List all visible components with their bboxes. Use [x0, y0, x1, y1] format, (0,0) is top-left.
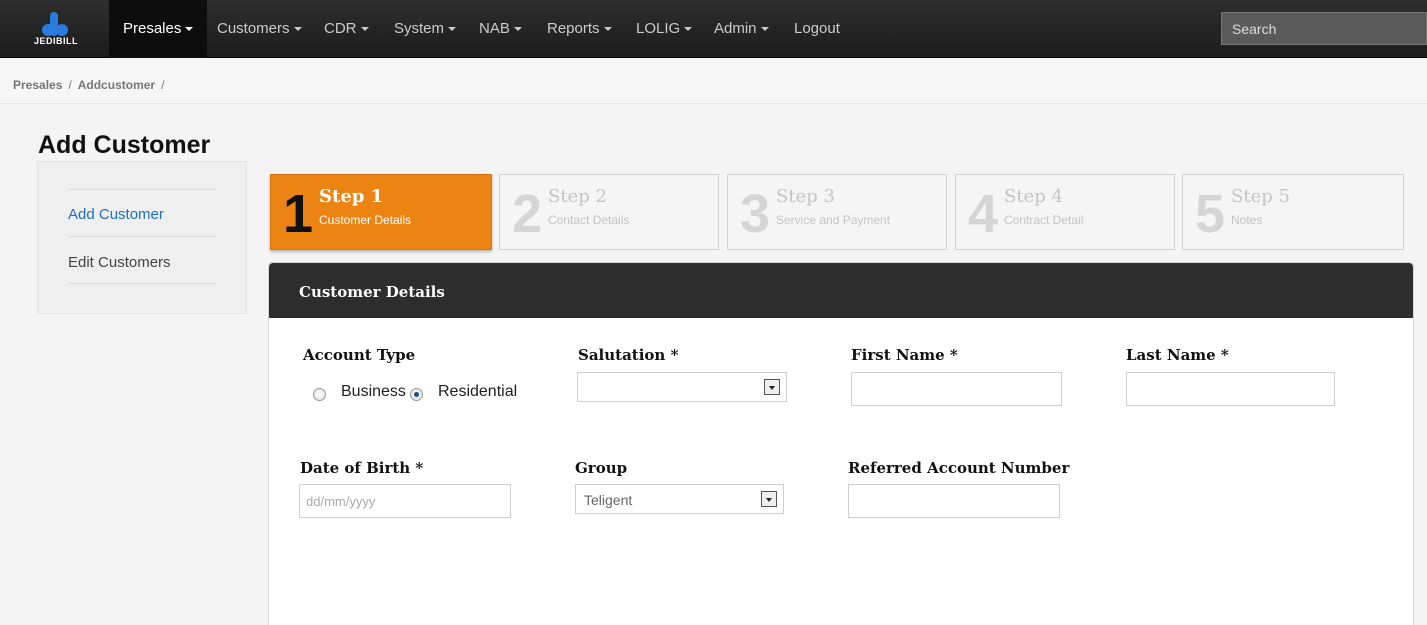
referred-account-label: Referred Account Number [848, 459, 1070, 477]
divider [68, 283, 216, 284]
step-subtitle: Contract Detail [1004, 213, 1084, 227]
first-name-label: First Name * [851, 346, 958, 364]
sidebar-item-edit-customers[interactable]: Edit Customers [68, 254, 171, 271]
page-title: Add Customer [38, 131, 211, 159]
dob-label: Date of Birth * [300, 459, 424, 477]
group-label: Group [575, 459, 628, 477]
step-number: 3 [740, 184, 771, 244]
panel-title: Customer Details [299, 283, 445, 301]
nav-admin[interactable]: Admin [714, 0, 769, 58]
step-subtitle: Customer Details [319, 213, 412, 227]
step-subtitle: Service and Payment [776, 213, 891, 227]
salutation-label: Salutation * [578, 346, 679, 364]
dropdown-arrow-icon [764, 379, 780, 395]
step-title: Step 4 [1004, 186, 1063, 207]
residential-radio-label: Residential [438, 383, 518, 400]
nav-cdr[interactable]: CDR [324, 0, 369, 58]
breadcrumb: Presales / Addcustomer / [13, 78, 165, 92]
chevron-down-icon [760, 27, 769, 32]
sidebar-item-add-customer[interactable]: Add Customer [68, 206, 164, 223]
chevron-down-icon [185, 27, 194, 32]
step-5[interactable]: 5 Step 5 Notes [1182, 174, 1404, 250]
nav-lolig[interactable]: LOLIG [636, 0, 693, 58]
search-input[interactable] [1221, 12, 1427, 45]
group-select[interactable]: Teligent [575, 484, 784, 514]
referred-account-input[interactable] [848, 484, 1060, 518]
nav-reports[interactable]: Reports [547, 0, 612, 58]
step-title: Step 5 [1231, 186, 1290, 207]
chevron-down-icon [684, 27, 693, 32]
business-radio[interactable] [313, 388, 326, 401]
logo-mark-icon [40, 10, 70, 36]
chevron-down-icon [513, 27, 522, 32]
step-4[interactable]: 4 Step 4 Contract Detail [955, 174, 1175, 250]
step-number: 4 [968, 184, 999, 244]
top-navbar: JEDIBILL Presales Customers CDR System N… [0, 0, 1427, 58]
dropdown-arrow-icon [761, 491, 777, 507]
divider [68, 236, 216, 237]
jedibill-logo[interactable]: JEDIBILL [28, 8, 94, 50]
step-title: Step 1 [319, 186, 384, 207]
nav-customers[interactable]: Customers [217, 0, 302, 58]
nav-logout[interactable]: Logout [794, 0, 840, 58]
dob-input[interactable] [299, 484, 511, 518]
chevron-down-icon [293, 27, 302, 32]
residential-radio[interactable] [410, 388, 423, 401]
customer-details-panel: Customer Details [268, 262, 1414, 625]
first-name-input[interactable] [851, 372, 1062, 406]
step-subtitle: Contact Details [548, 213, 630, 227]
sidebar: Add Customer Edit Customers [37, 161, 247, 314]
business-radio-label: Business [341, 383, 406, 400]
divider [68, 189, 216, 190]
last-name-label: Last Name * [1126, 346, 1229, 364]
step-number: 5 [1195, 184, 1226, 244]
nav-presales[interactable]: Presales [109, 0, 208, 58]
salutation-select[interactable] [577, 372, 787, 402]
nav-nab[interactable]: NAB [479, 0, 522, 58]
step-number: 1 [283, 184, 314, 244]
panel-header: Customer Details [269, 263, 1413, 318]
account-type-label: Account Type [303, 346, 416, 364]
step-title: Step 3 [776, 186, 835, 207]
logo-text: JEDIBILL [33, 36, 78, 46]
step-2[interactable]: 2 Step 2 Contact Details [499, 174, 719, 250]
chevron-down-icon [360, 27, 369, 32]
last-name-input[interactable] [1126, 372, 1335, 406]
step-title: Step 2 [548, 186, 607, 207]
breadcrumb-addcustomer[interactable]: Addcustomer [78, 78, 155, 92]
chevron-down-icon [448, 27, 457, 32]
chevron-down-icon [603, 27, 612, 32]
step-subtitle: Notes [1231, 213, 1263, 227]
step-number: 2 [512, 184, 543, 244]
step-3[interactable]: 3 Step 3 Service and Payment [727, 174, 947, 250]
nav-system[interactable]: System [394, 0, 457, 58]
breadcrumb-presales[interactable]: Presales [13, 78, 62, 92]
breadcrumb-bar: Presales / Addcustomer / [0, 59, 1427, 104]
step-1[interactable]: 1 Step 1 Customer Details [270, 174, 492, 250]
